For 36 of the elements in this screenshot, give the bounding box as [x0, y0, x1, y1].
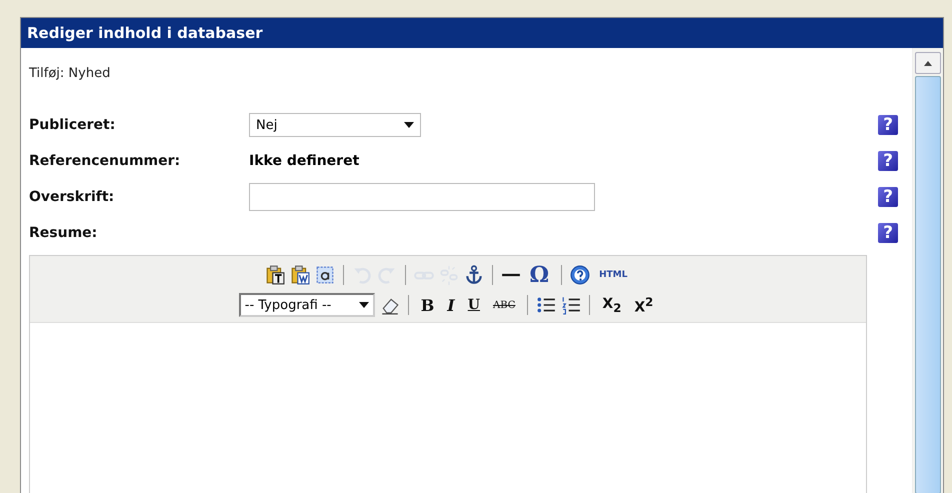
scroll-thumb[interactable]	[915, 76, 941, 493]
style-select[interactable]: -- Typografi --	[238, 293, 375, 317]
caret-icon	[358, 302, 369, 308]
help-button[interactable]: ?	[878, 151, 898, 171]
toolbar-button[interactable]: I	[443, 296, 459, 314]
toolbar-button[interactable]: Ω	[526, 262, 554, 288]
toolbar-button[interactable]: B	[416, 296, 438, 314]
toolbar-button[interactable]: U	[464, 297, 484, 313]
toolbar-button[interactable]: HTML	[595, 270, 632, 280]
anchor-icon[interactable]	[464, 265, 484, 285]
headline-field[interactable]	[249, 183, 595, 211]
field-value: Ikke defineret	[249, 153, 360, 169]
field-label: Publiceret:	[29, 117, 116, 133]
help-button[interactable]: ?	[878, 187, 898, 207]
toolbar-button[interactable]: ABC	[488, 300, 520, 310]
toolbar-button[interactable]: X$_{2}$	[598, 296, 626, 314]
paste-word-icon[interactable]	[290, 265, 310, 285]
rich-text-editor[interactable]: Ω HTML -- Typografi -- B I U ABC X$_{2}$ X$^{2}$	[29, 255, 867, 493]
window-title: Rediger indhold i databaser	[21, 18, 943, 48]
bullet-list-icon[interactable]	[536, 295, 556, 315]
scroll-up-button[interactable]	[915, 52, 941, 74]
caret-icon	[404, 122, 414, 128]
numbered-list-icon[interactable]	[561, 295, 582, 315]
help-circle-icon[interactable]	[570, 265, 590, 285]
field-label: Overskrift:	[29, 189, 116, 205]
field-label: Resume:	[29, 225, 98, 241]
toolbar-button[interactable]: X$^{2}$	[630, 294, 658, 316]
select-all-icon[interactable]	[314, 265, 335, 285]
help-button[interactable]: ?	[878, 223, 898, 243]
help-button[interactable]: ?	[878, 115, 898, 135]
scrollbar[interactable]	[912, 48, 943, 493]
up-arrow-icon	[924, 60, 932, 66]
subtitle: Tilføj: Nyhed	[29, 66, 112, 81]
paste-text-icon[interactable]	[264, 265, 285, 285]
field-label: Referencenummer:	[29, 153, 182, 169]
publish-select[interactable]: Nej	[249, 113, 421, 137]
